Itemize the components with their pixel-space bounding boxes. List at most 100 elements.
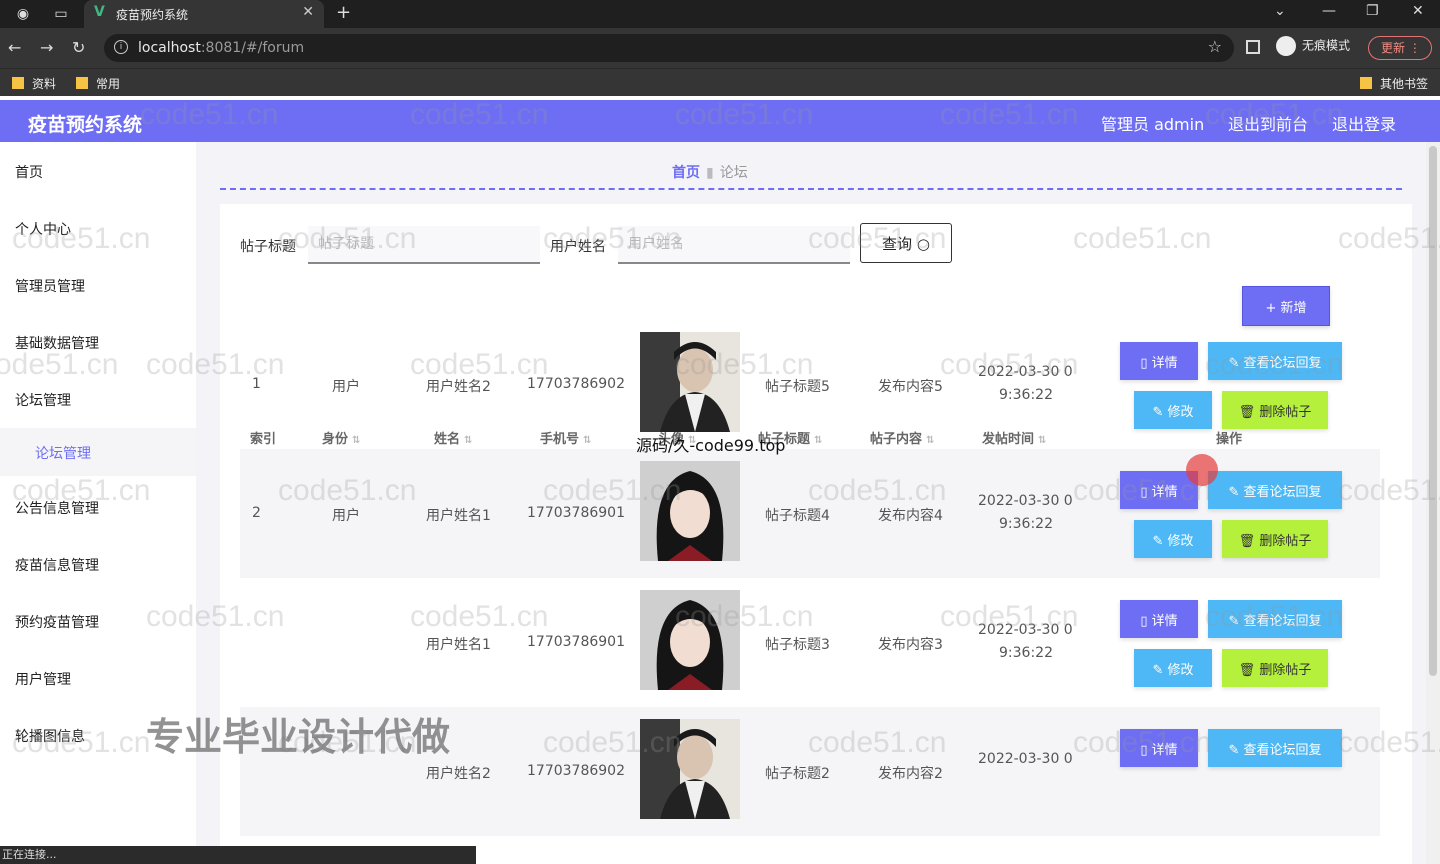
title-filter-label: 帖子标题 [240, 239, 296, 255]
sidebar-item-home[interactable]: 首页 [15, 162, 43, 182]
sidebar-item-booking[interactable]: 预约疫苗管理 [15, 612, 99, 632]
cell-role: 用户 [332, 379, 360, 395]
tab-title: 疫苗预约系统 [116, 8, 189, 22]
cell-title: 帖子标题3 [765, 637, 830, 653]
breadcrumb-home[interactable]: 首页 [672, 165, 700, 181]
site-info-icon[interactable]: i [114, 40, 128, 54]
name-filter-label: 用户姓名 [550, 239, 606, 255]
minimize-icon[interactable]: — [1322, 3, 1336, 19]
cell-time-date: 2022-03-30 0 [978, 751, 1073, 767]
name-filter-input[interactable] [618, 226, 850, 264]
cell-name: 用户姓名2 [426, 766, 491, 782]
avatar [640, 590, 740, 690]
other-bookmarks[interactable]: 其他书签 [1360, 75, 1428, 92]
scrollbar-thumb[interactable] [1429, 146, 1437, 676]
sidebar-subitem-forum[interactable]: 论坛管理 [0, 428, 196, 476]
view-replies-button[interactable]: ✎ 查看论坛回复 [1208, 471, 1342, 509]
folder-icon [1360, 77, 1372, 89]
cell-phone: 17703786901 [527, 505, 625, 521]
browser-status-bar: 正在连接... [0, 846, 476, 864]
edit-button[interactable]: ✎ 修改 [1134, 649, 1212, 687]
app-header: 疫苗预约系统 管理员 admin 退出到前台 退出登录 [0, 100, 1440, 142]
sidebar-item-profile[interactable]: 个人中心 [15, 219, 71, 239]
search-button[interactable]: 查询 ○ [860, 223, 952, 263]
table-row: 用户姓名1 17703786901 帖子标题3 发布内容3 2022-03-30 0 9:… [240, 578, 1380, 707]
url-text[interactable]: localhost:8081/#/forum [138, 40, 304, 56]
cell-role: 用户 [332, 508, 360, 524]
cell-content: 发布内容3 [878, 637, 943, 653]
incognito-indicator[interactable]: 无痕模式 [1276, 36, 1350, 56]
folder-icon [76, 77, 88, 89]
cell-time-date: 2022-03-30 0 [978, 364, 1073, 380]
sidebar-item-vaccine[interactable]: 疫苗信息管理 [15, 555, 99, 575]
cell-time-clock: 9:36:22 [999, 645, 1053, 661]
delete-post-button[interactable]: 🗑 删除帖子 [1222, 649, 1328, 687]
to-front-link[interactable]: 退出到前台 [1228, 111, 1308, 135]
cell-content: 发布内容5 [878, 379, 943, 395]
sidebar-item-users[interactable]: 用户管理 [15, 669, 71, 689]
cell-content: 发布内容4 [878, 508, 943, 524]
browser-tab-bar: ◉ ▭ V 疫苗预约系统 ✕ + ⌄ — ❐ ✕ [0, 0, 1440, 28]
delete-post-button[interactable]: 🗑 删除帖子 [1222, 520, 1328, 558]
tab-close-icon[interactable]: ✕ [302, 4, 314, 20]
bookmark-folder-changyong[interactable]: 常用 [76, 75, 120, 92]
back-icon[interactable]: ← [8, 38, 21, 57]
main-content: 首页 ▮ 论坛 帖子标题 用户姓名 查询 ○ + 新增 索引 身份⇅ 姓名⇅ 手机号… [196, 142, 1426, 864]
detail-button[interactable]: ▯ 详情 [1120, 471, 1198, 509]
cell-phone: 17703786902 [527, 376, 625, 392]
cell-time-date: 2022-03-30 0 [978, 622, 1073, 638]
cell-phone: 17703786902 [527, 763, 625, 779]
sidebar-item-notice[interactable]: 公告信息管理 [15, 498, 99, 518]
bookmark-star-icon[interactable]: ☆ [1208, 37, 1222, 56]
table-row: 1 用户 用户姓名2 17703786902 帖子标题5 发布内容5 2022-03-30 … [240, 320, 1380, 449]
edit-button[interactable]: ✎ 修改 [1134, 520, 1212, 558]
table-row: 用户姓名2 17703786902 帖子标题2 发布内容2 2022-03-30 0 ▯ … [240, 707, 1380, 836]
breadcrumb-divider [220, 188, 1402, 190]
browser-menu-icon[interactable]: ◉ [14, 5, 32, 23]
cell-time-clock: 9:36:22 [999, 387, 1053, 403]
reload-icon[interactable]: ↻ [72, 38, 85, 57]
view-replies-button[interactable]: ✎ 查看论坛回复 [1208, 600, 1342, 638]
side-panel-icon[interactable] [1246, 40, 1260, 54]
app-brand: 疫苗预约系统 [28, 114, 143, 136]
cell-name: 用户姓名2 [426, 379, 491, 395]
tab-search-icon[interactable]: ⌄ [1274, 3, 1286, 19]
delete-post-button[interactable]: 🗑 删除帖子 [1222, 391, 1328, 429]
bookmarks-bar: 资料 常用 其他书签 [0, 68, 1440, 96]
page-scrollbar[interactable] [1426, 142, 1440, 864]
folder-icon [12, 77, 24, 89]
view-replies-button[interactable]: ✎ 查看论坛回复 [1208, 342, 1342, 380]
cell-time-clock: 9:36:22 [999, 516, 1053, 532]
detail-button[interactable]: ▯ 详情 [1120, 729, 1198, 767]
sidebar-item-carousel[interactable]: 轮播图信息 [15, 726, 85, 746]
tab-overview-icon[interactable]: ▭ [52, 5, 70, 23]
detail-button[interactable]: ▯ 详情 [1120, 600, 1198, 638]
search-icon: ○ [916, 234, 930, 253]
avatar [640, 332, 740, 432]
cell-name: 用户姓名1 [426, 637, 491, 653]
title-filter-input[interactable] [308, 226, 540, 264]
sidebar-item-admins[interactable]: 管理员管理 [15, 276, 85, 296]
update-button[interactable]: 更新 ⋮ [1368, 36, 1432, 60]
window-close-icon[interactable]: ✕ [1412, 3, 1424, 19]
restore-icon[interactable]: ❐ [1366, 3, 1379, 19]
cell-time-date: 2022-03-30 0 [978, 493, 1073, 509]
edit-button[interactable]: ✎ 修改 [1134, 391, 1212, 429]
url-bar[interactable]: i localhost:8081/#/forum ☆ [104, 34, 1234, 62]
logout-link[interactable]: 退出登录 [1332, 111, 1396, 135]
avatar [640, 719, 740, 819]
cell-index: 2 [252, 505, 261, 521]
bookmark-folder-ziliao[interactable]: 资料 [12, 75, 56, 92]
view-replies-button[interactable]: ✎ 查看论坛回复 [1208, 729, 1342, 767]
vue-favicon-icon: V [94, 4, 105, 20]
sidebar-item-forum[interactable]: 论坛管理 [15, 390, 71, 410]
new-tab-icon[interactable]: + [336, 2, 351, 23]
detail-button[interactable]: ▯ 详情 [1120, 342, 1198, 380]
sidebar-item-base-data[interactable]: 基础数据管理 [15, 333, 99, 353]
browser-tab[interactable]: V 疫苗预约系统 ✕ [84, 0, 324, 28]
forward-icon[interactable]: → [40, 38, 53, 57]
incognito-icon [1276, 36, 1296, 56]
cell-name: 用户姓名1 [426, 508, 491, 524]
admin-label: 管理员 admin [1101, 115, 1205, 134]
cell-index: 1 [252, 376, 261, 392]
